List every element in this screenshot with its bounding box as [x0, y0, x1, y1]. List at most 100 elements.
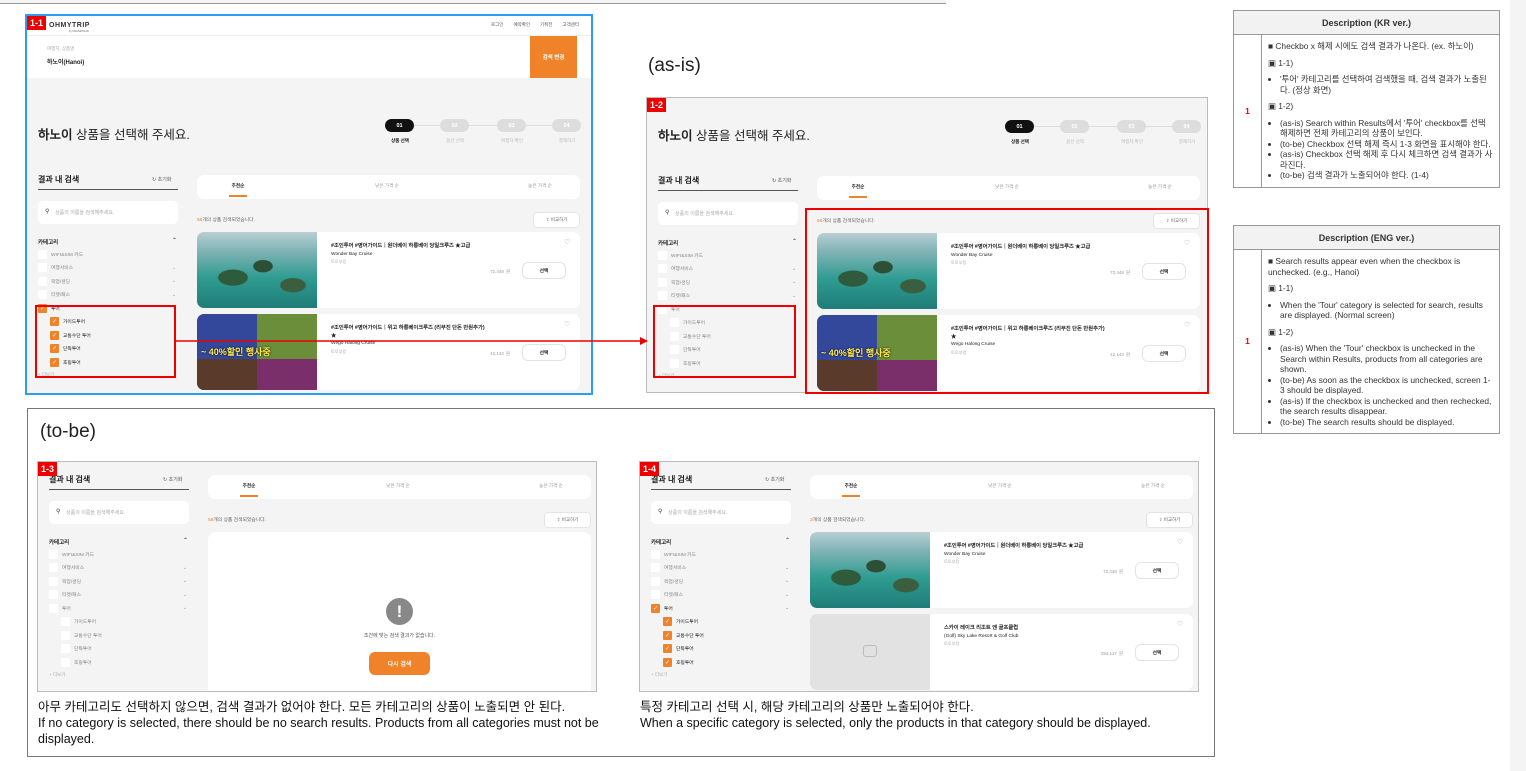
category-checkbox[interactable]: ✓ 투어 ⌄	[651, 602, 789, 614]
category-checkbox[interactable]: 여행서비스 ⌄	[49, 562, 187, 574]
chevron-down-icon[interactable]: ⌄	[785, 592, 789, 598]
sort-tab[interactable]: 높은 가격 순	[1123, 483, 1183, 489]
chevron-up-icon[interactable]: ⌃	[792, 238, 797, 245]
chevron-down-icon[interactable]: ⌄	[792, 279, 796, 285]
chevron-down-icon[interactable]: ⌄	[785, 605, 789, 611]
checkbox[interactable]: ✓	[663, 630, 672, 640]
chevron-down-icon[interactable]: ⌄	[792, 293, 796, 299]
chevron-up-icon[interactable]: ⌃	[183, 537, 188, 544]
more-button[interactable]: + 더보기	[49, 672, 65, 678]
chevron-down-icon[interactable]: ⌄	[172, 265, 176, 271]
chevron-down-icon[interactable]: ⌄	[172, 278, 176, 284]
category-checkbox[interactable]: 투어 ⌄	[49, 602, 187, 614]
reset-button[interactable]: ↻ 초기화	[772, 177, 791, 184]
product-image[interactable]	[197, 232, 317, 308]
checkbox[interactable]	[61, 617, 70, 626]
checkbox[interactable]	[49, 576, 58, 586]
checkbox[interactable]	[651, 549, 660, 559]
checkbox[interactable]: ✓	[663, 617, 672, 626]
category-checkbox[interactable]: WIFI&SIM 카드	[49, 548, 94, 560]
checkbox[interactable]: ✓	[651, 603, 660, 613]
subcategory-checkbox[interactable]: 단독투어	[61, 643, 92, 655]
category-checkbox[interactable]: 픽업/샌딩 ⌄	[651, 575, 789, 587]
product-tags[interactable]: #조인투어 #영어가이드｜원더베이 하롱베이 당일크루즈 ★고급	[331, 243, 470, 249]
product-card[interactable]: #조인투어 #영어가이드｜원더베이 하롱베이 당일크루즈 ★고급 Wonder B…	[810, 532, 1193, 608]
product-search-input[interactable]: ⚲ 상품의 이름을 검색해주세요.	[38, 201, 178, 224]
sort-tab[interactable]: 낮은 가격 순	[368, 483, 428, 489]
sort-tab[interactable]: 높은 가격 순	[1130, 184, 1190, 190]
chevron-up-icon[interactable]: ⌃	[172, 237, 177, 244]
checkbox[interactable]	[651, 576, 660, 586]
subcategory-checkbox[interactable]: 호핑투어	[61, 656, 92, 668]
product-tags[interactable]: 스카이 레이크 리조트 앤 골프클럽	[944, 625, 1018, 631]
sort-tab[interactable]: 높은 가격 순	[510, 183, 570, 189]
chevron-down-icon[interactable]: ⌄	[785, 565, 789, 571]
product-card[interactable]: ~ 40%할인 행사중 #조인투어 #영어가이드｜위고 하롱베이크루즈 (리무진…	[197, 314, 580, 390]
subcategory-checkbox[interactable]: 교통수단 투어	[61, 629, 102, 641]
heart-icon[interactable]: ♡	[564, 320, 570, 328]
product-tags[interactable]: #조인투어 #영어가이드｜원더베이 하롱베이 당일크루즈 ★고급	[944, 543, 1083, 549]
compare-button[interactable]: ⇪ 비교하기	[1146, 512, 1193, 528]
product-search-input[interactable]: ⚲ 상품의 이름을 검색해주세요.	[651, 501, 791, 524]
product-image[interactable]: ~ 40%할인 행사중	[197, 314, 317, 390]
sort-tab[interactable]: 추천순	[208, 183, 268, 189]
product-search-input[interactable]: ⚲ 상품의 이름을 검색해주세요.	[49, 501, 189, 524]
heart-icon[interactable]: ♡	[1177, 620, 1183, 628]
checkbox[interactable]	[658, 291, 667, 300]
category-checkbox[interactable]: 티켓/패스 ⌄	[49, 589, 187, 601]
reset-button[interactable]: ↻ 초기화	[152, 176, 171, 183]
search-value[interactable]: 하노이(Hanoi)	[47, 57, 84, 66]
category-checkbox[interactable]: 티켓/패스 ⌄	[658, 290, 796, 302]
product-card[interactable]: #조인투어 #영어가이드｜원더베이 하롱베이 당일크루즈 ★고급 Wonder B…	[197, 232, 580, 308]
subcategory-checkbox[interactable]: ✓ 호핑투어	[663, 656, 694, 668]
nav-link[interactable]: 기획전	[540, 22, 552, 28]
category-checkbox[interactable]: 픽업/샌딩 ⌄	[658, 276, 796, 288]
more-button[interactable]: + 더보기	[651, 672, 667, 678]
checkbox[interactable]	[651, 563, 660, 572]
checkbox[interactable]	[49, 603, 58, 613]
category-checkbox[interactable]: WIFI&SIM 카드	[658, 249, 703, 261]
retry-search-button[interactable]: 다시 검색	[369, 652, 430, 675]
heart-icon[interactable]: ♡	[1177, 538, 1183, 546]
checkbox[interactable]	[38, 276, 47, 286]
category-checkbox[interactable]: 티켓/패스 ⌄	[651, 589, 789, 601]
select-button[interactable]: 선택	[522, 262, 566, 279]
checkbox[interactable]	[651, 590, 660, 599]
checkbox[interactable]	[38, 290, 47, 299]
chevron-down-icon[interactable]: ⌄	[183, 592, 187, 598]
heart-icon[interactable]: ♡	[564, 238, 570, 246]
compare-button[interactable]: ⇪ 비교하기	[533, 212, 580, 228]
product-image-placeholder[interactable]	[810, 614, 930, 690]
nav-link[interactable]: 로그인	[491, 22, 503, 28]
chevron-down-icon[interactable]: ⌄	[792, 266, 796, 272]
checkbox[interactable]	[658, 277, 667, 287]
subcategory-checkbox[interactable]: ✓ 단독투어	[663, 643, 694, 655]
chevron-up-icon[interactable]: ⌃	[785, 537, 790, 544]
checkbox[interactable]: ✓	[663, 644, 672, 653]
checkbox[interactable]	[658, 264, 667, 273]
sort-tab[interactable]: 낮은 가격 순	[977, 184, 1037, 190]
checkbox[interactable]	[38, 263, 47, 272]
sort-tab[interactable]: 낮은 가격 순	[970, 483, 1030, 489]
checkbox[interactable]: ✓	[663, 657, 672, 667]
select-button[interactable]: 선택	[1135, 644, 1179, 661]
subcategory-checkbox[interactable]: ✓ 교통수단 투어	[663, 629, 704, 641]
product-search-input[interactable]: ⚲ 상품의 이름을 검색해주세요.	[658, 202, 798, 225]
logo[interactable]: OHMYTRIP	[49, 22, 90, 29]
sort-tab[interactable]: 추천순	[219, 483, 279, 489]
chevron-down-icon[interactable]: ⌄	[183, 578, 187, 584]
subcategory-checkbox[interactable]: 가이드투어	[61, 616, 96, 628]
product-card[interactable]: 스카이 레이크 리조트 앤 골프클럽 (Golf) Sky Lake Resort…	[810, 614, 1193, 690]
compare-button[interactable]: ⇪ 비교하기	[544, 512, 591, 528]
subcategory-checkbox[interactable]: ✓ 가이드투어	[663, 616, 698, 628]
checkbox[interactable]	[61, 630, 70, 640]
category-checkbox[interactable]: WIFI&SIM 카드	[651, 548, 696, 560]
checkbox[interactable]	[658, 250, 667, 260]
checkbox[interactable]	[49, 590, 58, 599]
sort-tab[interactable]: 추천순	[821, 483, 881, 489]
checkbox[interactable]	[49, 563, 58, 572]
sort-tab[interactable]: 낮은 가격 순	[357, 183, 417, 189]
chevron-down-icon[interactable]: ⌄	[183, 605, 187, 611]
sort-tab[interactable]: 높은 가격 순	[521, 483, 581, 489]
chevron-down-icon[interactable]: ⌄	[785, 578, 789, 584]
